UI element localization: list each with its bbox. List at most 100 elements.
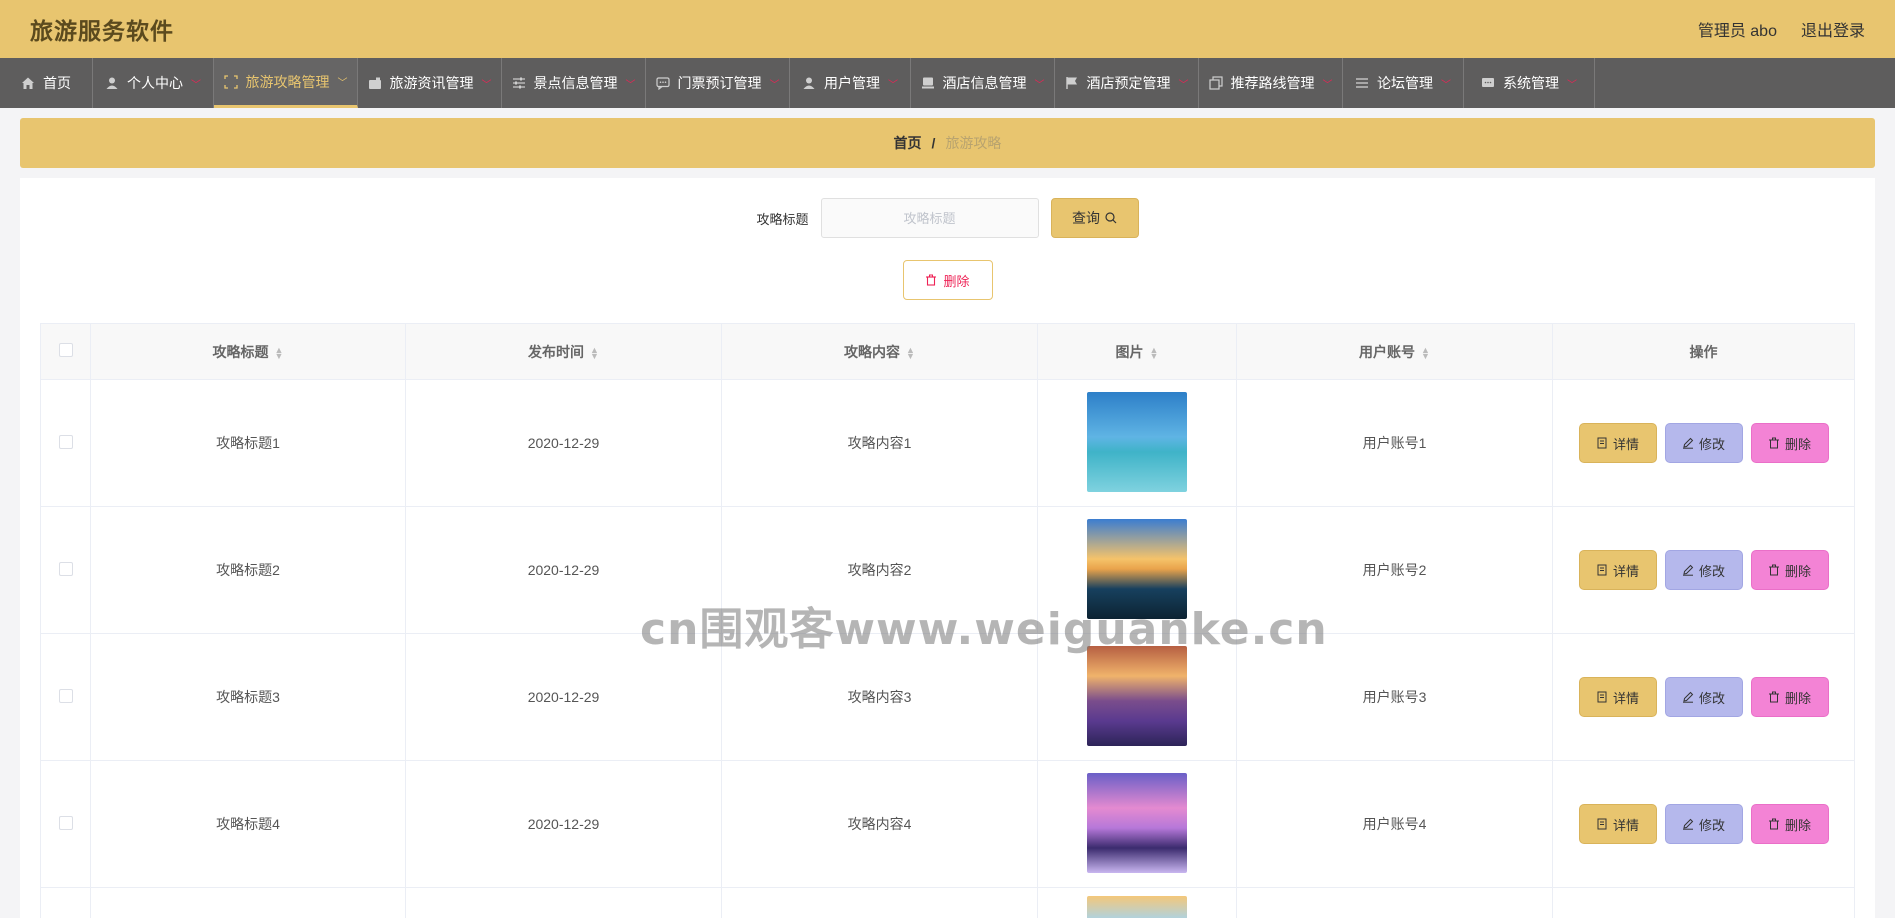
nav-item-8[interactable]: 酒店预定管理 ﹀ [1055,58,1199,108]
breadcrumb-current: 旅游攻略 [945,135,1002,151]
nav-item-9[interactable]: 推荐路线管理 ﹀ [1199,58,1343,108]
delete-label: 删除 [1784,436,1811,452]
column-header-title[interactable]: 攻略标题 ▲ ▼ [90,323,406,380]
pencil-icon [1682,691,1694,703]
nav-item-1[interactable]: 个人中心 ﹀ [93,58,214,108]
chevron-down-icon: ﹀ [888,79,898,91]
cell-image [1037,633,1237,761]
cell-actions: 详情 修改 删除 [1552,760,1855,888]
row-checkbox[interactable] [58,688,73,703]
thumbnail-image[interactable] [1087,391,1187,492]
nav-item-7[interactable]: 酒店信息管理 ﹀ [911,58,1055,108]
detail-button[interactable]: 详情 [1578,677,1657,717]
sort-icon[interactable]: ▲ ▼ [1421,345,1430,360]
detail-button[interactable]: 详情 [1578,423,1657,463]
thumbnail-image[interactable] [1087,896,1187,918]
search-input[interactable] [820,198,1039,238]
cell-content: 攻略内容4 [721,760,1038,888]
main-nav: 首页 个人中心 ﹀ 旅游攻略管理 ﹀ 旅游资讯管理 ﹀ 景点信息管理 ﹀ 门票预订管理 ﹀ 用户管理 ﹀… [0,58,1895,108]
column-header-image[interactable]: 图片 ▲ ▼ [1037,323,1237,380]
wallet-icon [368,76,382,90]
thumbnail-image[interactable] [1087,645,1187,746]
edit-button[interactable]: 修改 [1664,804,1743,844]
cell-actions: 详情 修改 删除 [1552,379,1855,507]
edit-button[interactable]: 修改 [1664,550,1743,590]
cell-image [1037,887,1237,918]
cell-account: 用户账号4 [1236,760,1553,888]
nav-item-label: 旅游攻略管理 [245,73,330,90]
row-select-cell [40,760,91,888]
sort-icon[interactable]: ▲ ▼ [590,345,599,360]
chevron-down-icon: ﹀ [769,79,780,91]
column-header-date[interactable]: 发布时间 ▲ ▼ [405,323,722,380]
chevron-down-icon: ﹀ [191,79,201,91]
document-icon [1597,691,1607,703]
document-icon [1597,818,1607,830]
delete-button[interactable]: 删除 [1750,550,1829,590]
cell-date: 2020-12-29 [405,760,722,888]
column-header-account[interactable]: 用户账号 ▲ ▼ [1236,323,1553,380]
column-header-content[interactable]: 攻略内容 ▲ ▼ [721,323,1038,380]
cell-date: 2020-12-29 [405,379,722,507]
cell-account: 用户账号2 [1236,506,1553,634]
thumbnail-image[interactable] [1087,772,1187,873]
copy-icon [1208,76,1223,90]
app-title: 旅游服务软件 [30,18,174,44]
nav-item-3[interactable]: 旅游资讯管理 ﹀ [358,58,502,108]
breadcrumb: 首页 / 旅游攻略 [20,118,1875,168]
trash-icon [1768,437,1779,449]
chevron-down-icon: ﹀ [1567,79,1577,91]
delete-button[interactable]: 删除 [1750,804,1829,844]
breadcrumb-home[interactable]: 首页 [894,133,922,153]
bulk-delete-button[interactable]: 删除 [902,260,993,300]
delete-button[interactable]: 删除 [1750,423,1829,463]
cell-actions: 详情 修改 删除 [1552,633,1855,761]
sort-icon[interactable]: ▲ ▼ [1150,345,1159,360]
trash-icon [926,274,937,286]
row-checkbox[interactable] [58,815,73,830]
select-all-checkbox[interactable] [58,343,73,357]
delete-label: 删除 [1784,817,1811,833]
nav-item-10[interactable]: 论坛管理 ﹀ [1343,58,1464,108]
nav-item-label: 旅游资讯管理 [389,75,474,91]
nav-item-0[interactable]: 首页 [0,58,93,108]
table-row [40,887,1855,918]
edit-button[interactable]: 修改 [1664,423,1743,463]
pencil-icon [1682,818,1694,830]
nav-item-4[interactable]: 景点信息管理 ﹀ [502,58,646,108]
detail-button[interactable]: 详情 [1578,804,1657,844]
nav-item-2[interactable]: 旅游攻略管理 ﹀ [214,58,358,108]
delete-label: 删除 [1784,563,1811,579]
home-icon [21,76,35,90]
nav-item-11[interactable]: 系统管理 ﹀ [1464,58,1595,108]
document-icon [1597,437,1607,449]
sort-icon[interactable]: ▲ ▼ [275,345,284,360]
nav-item-label: 酒店信息管理 [942,75,1027,91]
cell-date: 2020-12-29 [405,506,722,634]
nav-item-5[interactable]: 门票预订管理 ﹀ [646,58,790,108]
cell-content: 攻略内容3 [721,633,1038,761]
row-checkbox[interactable] [58,561,73,576]
search-row: 攻略标题 查询 [20,178,1875,238]
delete-button[interactable]: 删除 [1750,677,1829,717]
detail-button[interactable]: 详情 [1578,550,1657,590]
edit-label: 修改 [1698,690,1725,706]
cell-content: 攻略内容1 [721,379,1038,507]
cell-title: 攻略标题3 [90,633,406,761]
cell-title: 攻略标题4 [90,760,406,888]
select-all-header [40,323,91,380]
chevron-down-icon: ﹀ [1034,79,1045,91]
chevron-down-icon: ﹀ [1178,79,1189,91]
sort-icon[interactable]: ▲ ▼ [906,345,915,360]
row-checkbox[interactable] [58,434,73,449]
edit-button[interactable]: 修改 [1664,677,1743,717]
nav-item-label: 酒店预定管理 [1086,75,1171,91]
table-row: 攻略标题4 2020-12-29 攻略内容4 用户账号4 详情 修改 删除 [40,760,1855,888]
nav-item-label: 个人中心 [127,75,183,91]
breadcrumb-separator: / [931,135,936,151]
header-user-area: 管理员 abo 退出登录 [1698,17,1865,41]
logout-link[interactable]: 退出登录 [1801,17,1865,41]
thumbnail-image[interactable] [1087,518,1187,619]
nav-item-6[interactable]: 用户管理 ﹀ [790,58,911,108]
query-button[interactable]: 查询 [1050,198,1139,238]
